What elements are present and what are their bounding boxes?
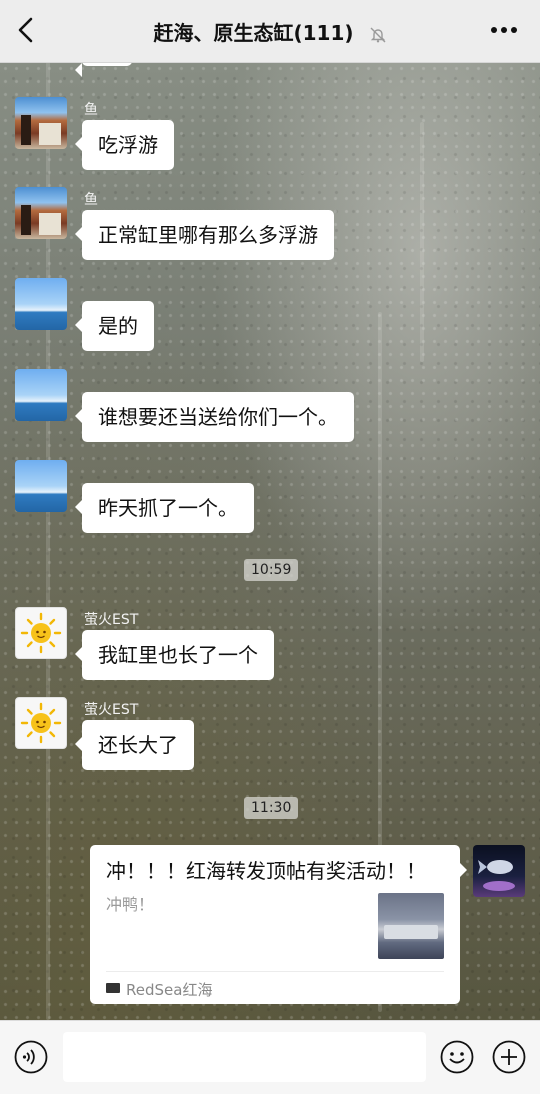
input-bar — [0, 1020, 540, 1094]
card-title: 冲！！！红海转发顶帖有奖活动！！ — [106, 859, 426, 883]
timestamp: 11:30 — [244, 797, 299, 819]
voice-icon[interactable] — [14, 1040, 48, 1074]
sender-name: 萤火EST — [84, 612, 139, 628]
message-input[interactable] — [63, 1032, 426, 1082]
avatar[interactable] — [15, 697, 67, 749]
message-bubble[interactable]: 正常缸里哪有那么多浮游 — [75, 210, 334, 260]
sender-name: 鱼 — [84, 102, 98, 118]
avatar[interactable] — [15, 97, 67, 149]
avatar[interactable] — [15, 460, 67, 512]
card-thumbnail — [378, 893, 444, 959]
shared-link-card[interactable]: 冲！！！红海转发顶帖有奖活动！！ 冲鸭！ RedSea红海 — [90, 845, 467, 1004]
message-bubble[interactable]: 我缸里也长了一个 — [75, 630, 274, 680]
bell-muted-icon — [370, 27, 385, 42]
message-bubble[interactable]: 还长大了 — [75, 720, 194, 770]
message-text: 正常缸里哪有那么多浮游 — [98, 223, 318, 247]
source-logo-icon — [106, 983, 120, 993]
wallpaper-streak — [420, 122, 424, 362]
avatar[interactable] — [15, 607, 67, 659]
avatar[interactable] — [15, 278, 67, 330]
card-divider — [106, 971, 444, 972]
message-text: 是的 — [98, 314, 138, 338]
group-name: 赶海、原生态缸(111) — [153, 21, 354, 45]
card-source: RedSea红海 — [126, 981, 213, 999]
message-text: 昨天抓了一个。 — [98, 496, 238, 520]
message-text: 还长大了 — [98, 733, 178, 757]
message-bubble[interactable]: 是的 — [75, 301, 154, 351]
more-dots-icon[interactable] — [490, 26, 518, 34]
title-bar: 赶海、原生态缸(111) — [0, 0, 540, 63]
avatar[interactable] — [15, 187, 67, 239]
message-bubble[interactable]: 昨天抓了一个。 — [75, 483, 254, 533]
avatar[interactable] — [15, 369, 67, 421]
avatar-self[interactable] — [473, 845, 525, 897]
chat-title[interactable]: 赶海、原生态缸(111) — [0, 17, 540, 46]
message-bubble[interactable]: 谁想要还当送给你们一个。 — [75, 392, 354, 442]
sender-name: 鱼 — [84, 192, 98, 208]
card-description: 冲鸭！ — [106, 895, 155, 914]
sun-emoji-icon — [20, 612, 62, 654]
timestamp: 10:59 — [244, 559, 299, 581]
message-text: 谁想要还当送给你们一个。 — [98, 405, 338, 429]
plus-icon[interactable] — [492, 1040, 526, 1074]
message-text: 我缸里也长了一个 — [98, 643, 258, 667]
message-bubble[interactable]: 吃浮游 — [75, 120, 174, 170]
chat-area[interactable]: 嗯 鱼 吃浮游 鱼 正常缸里哪有那么多浮游 是的 谁想要还当送给你们一个。 昨天… — [0, 62, 540, 1020]
message-text: 吃浮游 — [98, 133, 158, 157]
sun-emoji-icon — [20, 702, 62, 744]
fish-icon — [478, 860, 515, 891]
sender-name: 萤火EST — [84, 702, 139, 718]
emoji-icon[interactable] — [440, 1040, 474, 1074]
